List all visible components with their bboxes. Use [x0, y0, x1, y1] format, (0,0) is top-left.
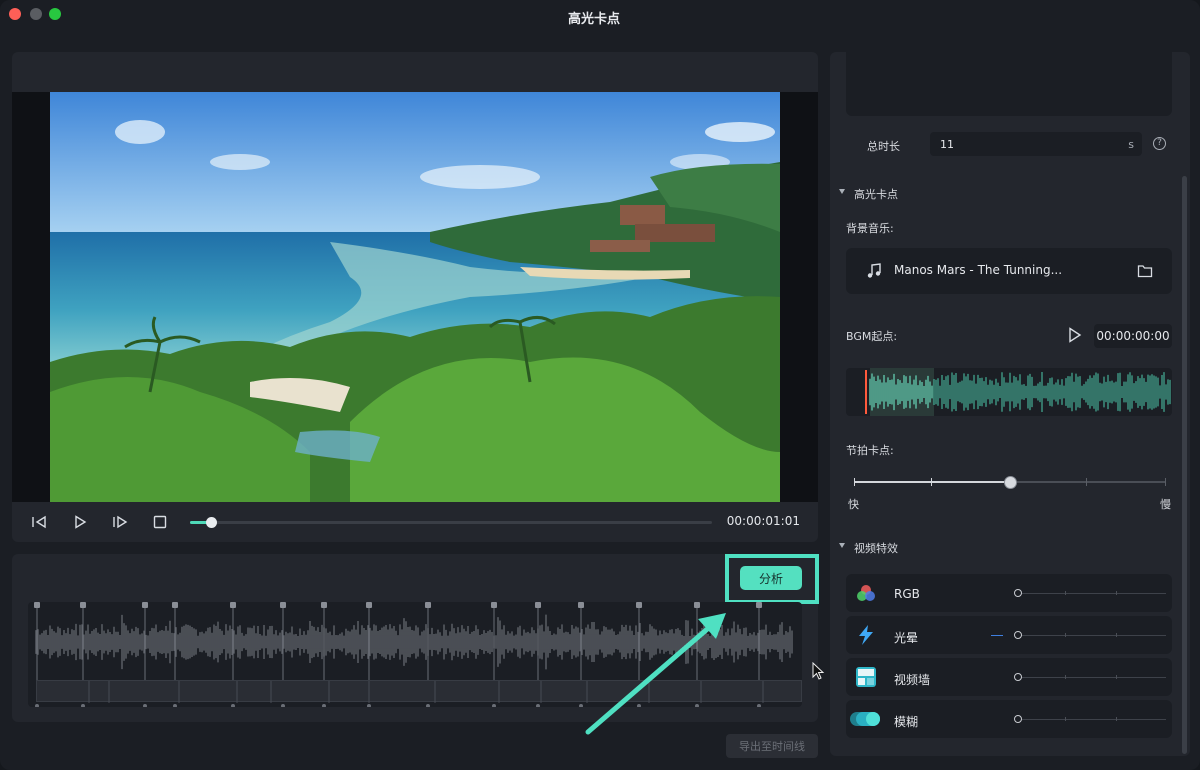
step-back-icon	[32, 515, 46, 529]
beat-slow-label: 慢	[1160, 498, 1171, 511]
beat-slider-handle[interactable]	[1004, 476, 1017, 489]
beat-fast-label: 快	[848, 498, 859, 511]
preview-frame-image	[50, 92, 780, 502]
effect-rgb[interactable]: RGB	[846, 574, 1172, 612]
effect-name: 模糊	[894, 715, 919, 729]
effect-name: RGB	[894, 587, 920, 601]
step-forward-icon	[113, 515, 128, 529]
bgm-waveform	[865, 368, 1171, 416]
beat-tick	[931, 478, 932, 486]
highlight-section-title[interactable]: 高光卡点	[854, 186, 898, 202]
title-bar: 高光卡点	[0, 0, 1200, 32]
play-button[interactable]	[70, 512, 90, 532]
music-selector[interactable]: Manos Mars - The Tunning...	[846, 248, 1172, 294]
settings-scrollbar[interactable]	[1182, 176, 1187, 754]
player-controls: 00:00:01:01	[12, 502, 818, 542]
playback-scrubber[interactable]	[190, 517, 712, 528]
annotation-arrow-icon	[585, 613, 726, 735]
bgm-start-time[interactable]: 00:00:00:00	[1094, 324, 1172, 348]
beat-density-slider[interactable]	[854, 476, 1166, 489]
effect-dash	[991, 635, 1003, 636]
effect-slider-tick	[1065, 717, 1066, 721]
analyze-button[interactable]: 分析	[740, 566, 802, 590]
effect-slider-track[interactable]	[1018, 719, 1166, 720]
current-timecode: 00:00:01:01	[726, 514, 800, 528]
stop-button[interactable]	[150, 512, 170, 532]
collapse-effects-icon[interactable]	[839, 543, 845, 548]
beat-slider-fill	[854, 481, 1010, 483]
effect-slider-handle[interactable]	[1014, 673, 1022, 681]
app-window: 高光卡点 00:00:01:01 分析 导出至时间线 总时长 11 s ? 高光…	[0, 0, 1200, 770]
export-to-timeline-button[interactable]: 导出至时间线	[726, 734, 818, 758]
music-title: Manos Mars - The Tunning...	[894, 263, 1063, 277]
settings-preview-box	[846, 52, 1172, 116]
effect-blur[interactable]: 模糊	[846, 700, 1172, 738]
effect-glow[interactable]: 光晕	[846, 616, 1172, 654]
effect-slider-track[interactable]	[1018, 635, 1166, 636]
total-duration-unit: s	[1128, 138, 1134, 151]
settings-panel: 总时长 11 s ? 高光卡点 背景音乐: Manos Mars - The T…	[830, 52, 1190, 756]
beat-tick	[854, 478, 855, 486]
window-title: 高光卡点	[567, 12, 620, 27]
effects-section-title[interactable]: 视频特效	[854, 540, 898, 556]
effect-slider-handle[interactable]	[1014, 715, 1022, 723]
effect-slider-tick	[1116, 591, 1117, 595]
bgm-label: 背景音乐:	[846, 222, 894, 235]
effect-slider-track[interactable]	[1018, 677, 1166, 678]
beat-label: 节拍卡点:	[846, 444, 894, 457]
bgm-start-label: BGM起点:	[846, 330, 898, 343]
effect-slider-tick	[1065, 633, 1066, 637]
total-duration-label: 总时长	[867, 140, 900, 153]
video-preview	[12, 92, 818, 502]
bgm-wave-rest	[933, 372, 1171, 412]
video-wall-icon	[856, 667, 876, 687]
help-icon[interactable]: ?	[1153, 137, 1166, 150]
next-frame-button[interactable]	[110, 512, 130, 532]
play-icon	[75, 515, 87, 529]
scrubber-handle[interactable]	[205, 517, 217, 528]
effect-name: 视频墙	[894, 673, 931, 687]
effect-slider-track[interactable]	[1018, 593, 1166, 594]
effect-slider-handle[interactable]	[1014, 589, 1022, 597]
effect-slider-handle[interactable]	[1014, 631, 1022, 639]
effect-slider-tick	[1116, 675, 1117, 679]
music-note-icon	[867, 263, 881, 278]
bgm-waveform-selector[interactable]	[846, 368, 1172, 416]
effect-video-wall[interactable]: 视频墙	[846, 658, 1172, 696]
total-duration-input[interactable]: 11 s	[930, 132, 1142, 156]
glow-icon	[859, 625, 873, 645]
previous-frame-button[interactable]	[29, 512, 49, 532]
blur-icon	[850, 712, 880, 726]
effect-slider-tick	[1116, 633, 1117, 637]
effect-slider-tick	[1065, 591, 1066, 595]
effect-slider-tick	[1116, 717, 1117, 721]
bgm-play-icon[interactable]	[1068, 327, 1082, 343]
beat-tick	[1086, 478, 1087, 486]
stop-icon	[153, 515, 167, 529]
preview-header	[12, 52, 818, 92]
rgb-icon	[857, 585, 875, 601]
total-duration-value: 11	[940, 138, 954, 151]
collapse-highlight-icon[interactable]	[839, 189, 845, 194]
mouse-cursor-icon	[812, 662, 825, 680]
folder-icon[interactable]	[1137, 264, 1153, 278]
effect-slider-tick	[1065, 675, 1066, 679]
beat-tick	[1165, 478, 1166, 486]
effect-name: 光晕	[894, 631, 919, 645]
